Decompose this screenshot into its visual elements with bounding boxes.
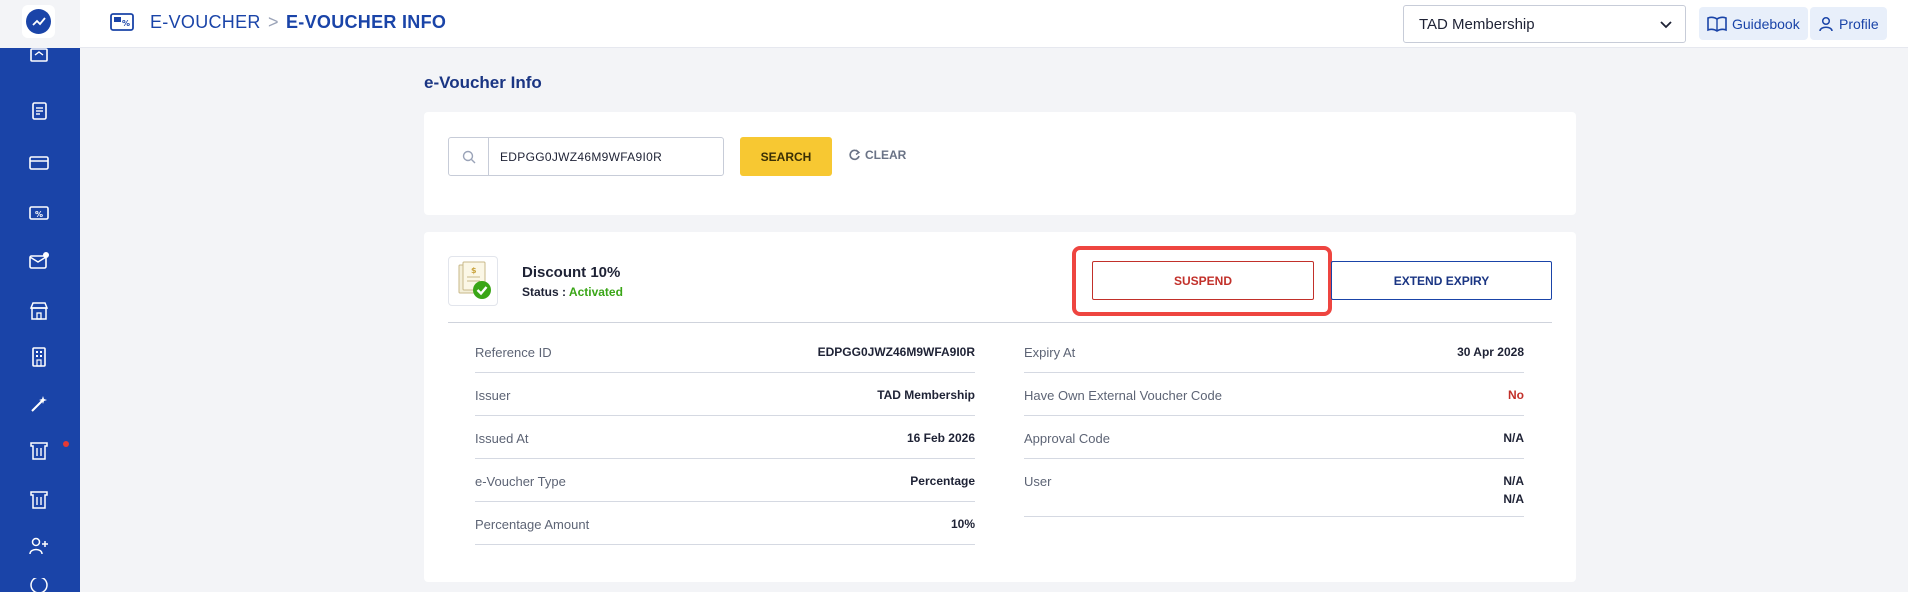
- sidebar-item-documents[interactable]: [24, 96, 54, 126]
- profile-label: Profile: [1839, 15, 1879, 32]
- sidebar-item-more[interactable]: [24, 578, 54, 592]
- ticket-icon: [30, 442, 48, 460]
- detail-row-expiry-at: Expiry At 30 Apr 2028: [1024, 330, 1524, 373]
- guidebook-label: Guidebook: [1732, 15, 1800, 32]
- chevron-down-icon: [1660, 21, 1672, 29]
- user-add-icon: [29, 537, 48, 555]
- detail-label: Reference ID: [475, 345, 552, 360]
- sidebar-item-user-add[interactable]: [24, 532, 54, 562]
- store-icon: [29, 302, 49, 320]
- search-input[interactable]: [490, 138, 722, 175]
- svg-text:$: $: [471, 266, 477, 275]
- detail-label: Issued At: [475, 431, 529, 446]
- sidebar-item-messages[interactable]: [24, 246, 54, 276]
- detail-label: Percentage Amount: [475, 517, 590, 532]
- voucher-approved-icon: $: [458, 261, 491, 299]
- document-list-icon: [32, 102, 47, 120]
- sidebar-item-cards[interactable]: [24, 148, 54, 178]
- detail-label: User: [1024, 474, 1052, 489]
- search-icon-cell: [449, 138, 489, 175]
- status-badge: Activated: [568, 285, 623, 299]
- page-title: e-Voucher Info: [424, 73, 542, 92]
- detail-label: e-Voucher Type: [475, 474, 566, 489]
- refresh-icon: [849, 148, 861, 160]
- detail-value: N/A: [1503, 431, 1524, 445]
- voucher-icon: %: [29, 206, 49, 220]
- extend-expiry-button[interactable]: EXTEND EXPIRY: [1331, 261, 1552, 300]
- card-divider: [448, 322, 1552, 323]
- clear-label: CLEAR: [865, 148, 907, 162]
- sidebar-item-stores[interactable]: [24, 296, 54, 326]
- detail-row-reference-id: Reference ID EDPGG0JWZ46M9WFA9I0R: [475, 330, 975, 373]
- detail-value: No: [1508, 388, 1524, 402]
- svg-text:%: %: [35, 210, 43, 219]
- status-label: Status :: [522, 285, 567, 299]
- detail-label: Have Own External Voucher Code: [1024, 388, 1222, 403]
- detail-row-percentage-amount: Percentage Amount 10%: [475, 502, 975, 545]
- voucher-name: Discount 10%: [522, 264, 621, 281]
- breadcrumb-separator: >: [268, 12, 279, 32]
- detail-value: 30 Apr 2028: [1457, 345, 1524, 359]
- search-field[interactable]: [448, 137, 724, 176]
- profile-button[interactable]: Profile: [1810, 7, 1887, 40]
- detail-row-user: User N/A N/A: [1024, 459, 1524, 517]
- dashboard-icon: [30, 48, 48, 62]
- book-icon: [1707, 16, 1727, 32]
- analytics-logo-icon: [26, 9, 51, 34]
- sidebar-item-dashboard[interactable]: [24, 48, 54, 68]
- detail-value: TAD Membership: [877, 388, 975, 402]
- top-header: % E-VOUCHER > E-VOUCHER INFO TAD Members…: [80, 0, 1908, 48]
- membership-select[interactable]: TAD Membership: [1403, 5, 1686, 43]
- mail-notification-icon: [29, 252, 49, 269]
- magic-wand-icon: [31, 396, 47, 412]
- sidebar-item-vouchers[interactable]: %: [24, 198, 54, 228]
- detail-row-external-code: Have Own External Voucher Code No: [1024, 373, 1524, 416]
- breadcrumb-current: E-VOUCHER INFO: [286, 12, 447, 32]
- building-icon: [32, 347, 46, 367]
- sidebar-item-buildings[interactable]: [24, 342, 54, 372]
- clear-button[interactable]: CLEAR: [848, 148, 906, 162]
- detail-value: Percentage: [910, 474, 975, 488]
- detail-row-approval-code: Approval Code N/A: [1024, 416, 1524, 459]
- search-icon: [462, 150, 475, 163]
- detail-row-voucher-type: e-Voucher Type Percentage: [475, 459, 975, 502]
- detail-value: 16 Feb 2026: [906, 431, 975, 445]
- breadcrumb-root[interactable]: E-VOUCHER: [150, 12, 261, 33]
- detail-value: N/A: [1503, 474, 1524, 488]
- detail-value: EDPGG0JWZ46M9WFA9I0R: [817, 345, 975, 359]
- voucher-breadcrumb-icon: %: [110, 13, 134, 31]
- sidebar-item-tickets[interactable]: [24, 436, 54, 466]
- voucher-status: Status : Activated: [522, 285, 623, 299]
- detail-label: Approval Code: [1024, 431, 1110, 446]
- ticket-alt-icon: [30, 491, 48, 509]
- sidebar: %: [0, 0, 80, 592]
- detail-row-issued-at: Issued At 16 Feb 2026: [475, 416, 975, 459]
- sidebar-item-tickets-alt[interactable]: [24, 485, 54, 515]
- voucher-image: $: [448, 256, 498, 306]
- guidebook-button[interactable]: Guidebook: [1699, 7, 1808, 40]
- detail-label: Expiry At: [1024, 345, 1076, 360]
- sidebar-item-promotions[interactable]: [24, 389, 54, 419]
- user-icon: [1819, 16, 1833, 31]
- more-icon: [30, 578, 48, 592]
- detail-label: Issuer: [475, 388, 511, 403]
- app-logo[interactable]: [22, 5, 55, 38]
- suspend-button[interactable]: SUSPEND: [1092, 261, 1314, 300]
- detail-row-issuer: Issuer TAD Membership: [475, 373, 975, 416]
- search-button[interactable]: SEARCH: [740, 137, 832, 176]
- card-icon: [29, 156, 49, 170]
- svg-text:%: %: [122, 19, 130, 28]
- detail-value: 10%: [950, 517, 975, 531]
- notification-dot: [63, 441, 69, 447]
- detail-value-secondary: N/A: [1503, 492, 1524, 506]
- membership-select-value: TAD Membership: [1419, 16, 1535, 33]
